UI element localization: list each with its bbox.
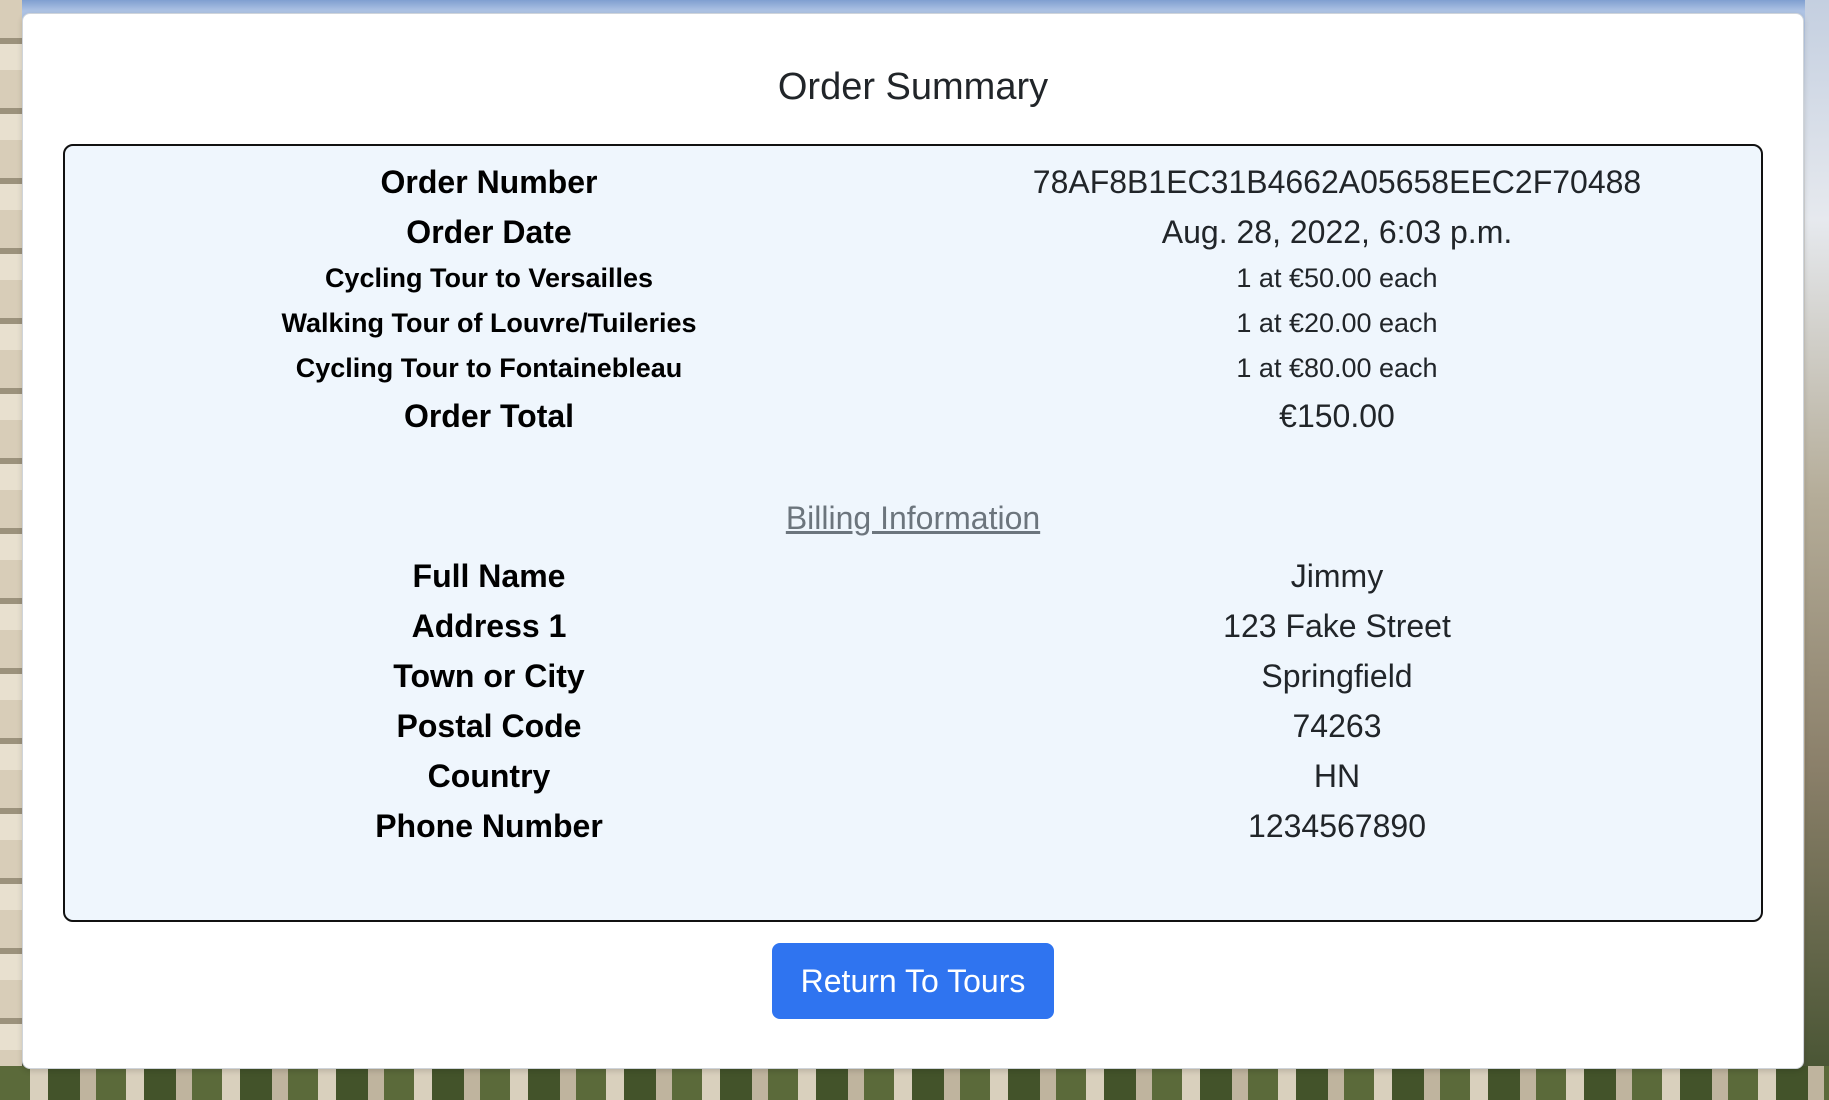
full-name-value: Jimmy — [1290, 558, 1384, 594]
order-total-row: Order Total €150.00 — [65, 398, 1761, 435]
phone-value: 1234567890 — [1248, 808, 1426, 844]
full-name-row: Full Name Jimmy — [65, 558, 1761, 595]
return-to-tours-button[interactable]: Return To Tours — [772, 943, 1054, 1019]
full-name-label: Full Name — [412, 558, 566, 594]
line-item-row: Cycling Tour to Versailles 1 at €50.00 e… — [65, 263, 1761, 294]
phone-row: Phone Number 1234567890 — [65, 808, 1761, 845]
address-value: 123 Fake Street — [1223, 608, 1451, 644]
line-item-row: Cycling Tour to Fontainebleau 1 at €80.0… — [65, 353, 1761, 384]
order-total-value: €150.00 — [1279, 398, 1395, 434]
background-building-right — [1805, 0, 1829, 1100]
page-title: Order Summary — [777, 66, 1049, 108]
line-item-name: Cycling Tour to Fontainebleau — [295, 353, 683, 383]
order-date-label: Order Date — [406, 214, 572, 250]
line-item-name: Walking Tour of Louvre/Tuileries — [281, 308, 697, 338]
order-date-row: Order Date Aug. 28, 2022, 6:03 p.m. — [65, 214, 1761, 251]
country-value: HN — [1313, 758, 1361, 794]
country-label: Country — [427, 758, 551, 794]
town-row: Town or City Springfield — [65, 658, 1761, 695]
order-details-box: Order Number 78AF8B1EC31B4662A05658EEC2F… — [63, 144, 1763, 922]
order-summary-card: Order Summary Order Number 78AF8B1EC31B4… — [22, 13, 1804, 1069]
town-value: Springfield — [1261, 658, 1413, 694]
phone-label: Phone Number — [375, 808, 603, 844]
line-item-quantity: 1 at €50.00 each — [1236, 263, 1438, 293]
order-date-value: Aug. 28, 2022, 6:03 p.m. — [1161, 214, 1513, 250]
order-number-value: 78AF8B1EC31B4662A05658EEC2F70488 — [1032, 164, 1642, 200]
order-total-label: Order Total — [403, 398, 575, 434]
address-label: Address 1 — [411, 608, 567, 644]
line-item-quantity: 1 at €20.00 each — [1236, 308, 1438, 338]
town-label: Town or City — [393, 658, 585, 694]
background-building-left — [0, 0, 22, 1100]
line-item-name: Cycling Tour to Versailles — [324, 263, 654, 293]
postal-code-label: Postal Code — [396, 708, 582, 744]
billing-information-link[interactable]: Billing Information — [65, 500, 1761, 537]
line-item-row: Walking Tour of Louvre/Tuileries 1 at €2… — [65, 308, 1761, 339]
order-number-row: Order Number 78AF8B1EC31B4662A05658EEC2F… — [65, 164, 1761, 201]
country-row: Country HN — [65, 758, 1761, 795]
address-row: Address 1 123 Fake Street — [65, 608, 1761, 645]
background-trees — [0, 1066, 1829, 1100]
order-number-label: Order Number — [380, 164, 598, 200]
postal-code-row: Postal Code 74263 — [65, 708, 1761, 745]
line-item-quantity: 1 at €80.00 each — [1236, 353, 1438, 383]
postal-code-value: 74263 — [1292, 708, 1382, 744]
